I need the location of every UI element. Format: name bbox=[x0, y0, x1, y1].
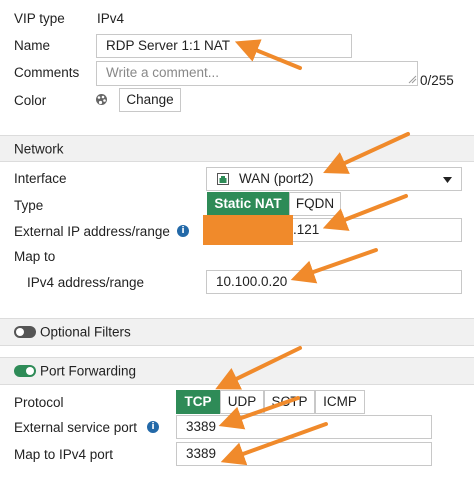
color-label: Color bbox=[14, 93, 47, 108]
name-label: Name bbox=[14, 38, 51, 53]
vip-type-value: IPv4 bbox=[97, 11, 125, 26]
type-static-nat-option[interactable]: Static NAT bbox=[207, 192, 289, 216]
resize-handle-icon[interactable] bbox=[408, 75, 417, 84]
external-ip-value: .121 bbox=[293, 222, 320, 237]
comments-counter: 0/255 bbox=[420, 73, 454, 88]
protocol-label: Protocol bbox=[14, 395, 64, 410]
external-ip-label: External IP address/range bbox=[14, 224, 170, 239]
info-icon[interactable]: i bbox=[147, 421, 159, 433]
map-port-label: Map to IPv4 port bbox=[14, 447, 114, 462]
interface-value: WAN (port2) bbox=[239, 171, 314, 186]
port-forwarding-toggle[interactable] bbox=[14, 365, 36, 377]
protocol-sctp-option[interactable]: SCTP bbox=[264, 390, 315, 414]
info-icon[interactable]: i bbox=[177, 225, 189, 237]
interface-select[interactable]: WAN (port2) bbox=[206, 167, 462, 191]
protocol-udp-option[interactable]: UDP bbox=[220, 390, 264, 414]
interface-label: Interface bbox=[14, 171, 67, 186]
external-port-input[interactable]: 3389 bbox=[176, 415, 432, 439]
protocol-icmp-option[interactable]: ICMP bbox=[315, 390, 365, 414]
network-port-icon bbox=[217, 173, 229, 185]
change-color-button[interactable]: Change bbox=[119, 88, 181, 112]
palette-icon bbox=[96, 94, 107, 105]
map-port-input[interactable]: 3389 bbox=[176, 442, 432, 466]
port-forwarding-label: Port Forwarding bbox=[40, 363, 137, 379]
comments-textarea[interactable]: Write a comment... bbox=[96, 61, 418, 86]
type-fqdn-option[interactable]: FQDN bbox=[289, 192, 341, 216]
optional-filters-toggle[interactable] bbox=[14, 326, 36, 338]
network-section-title: Network bbox=[14, 141, 64, 156]
ipv4-range-input[interactable]: 10.100.0.20 bbox=[206, 270, 462, 294]
port-forwarding-section: Port Forwarding bbox=[0, 357, 474, 385]
optional-filters-label: Optional Filters bbox=[40, 324, 131, 340]
redaction-block bbox=[203, 215, 293, 245]
name-input[interactable]: RDP Server 1:1 NAT bbox=[96, 34, 352, 58]
network-section-header: Network bbox=[0, 135, 474, 162]
type-label: Type bbox=[14, 198, 44, 213]
ipv4-range-label: IPv4 address/range bbox=[27, 275, 145, 290]
protocol-tcp-option[interactable]: TCP bbox=[176, 390, 220, 414]
comments-label: Comments bbox=[14, 65, 80, 80]
optional-filters-section: Optional Filters bbox=[0, 318, 474, 346]
caret-down-icon bbox=[443, 177, 452, 183]
vip-type-label: VIP type bbox=[14, 11, 65, 26]
map-to-label: Map to bbox=[14, 249, 56, 264]
external-port-label: External service port bbox=[14, 420, 138, 435]
